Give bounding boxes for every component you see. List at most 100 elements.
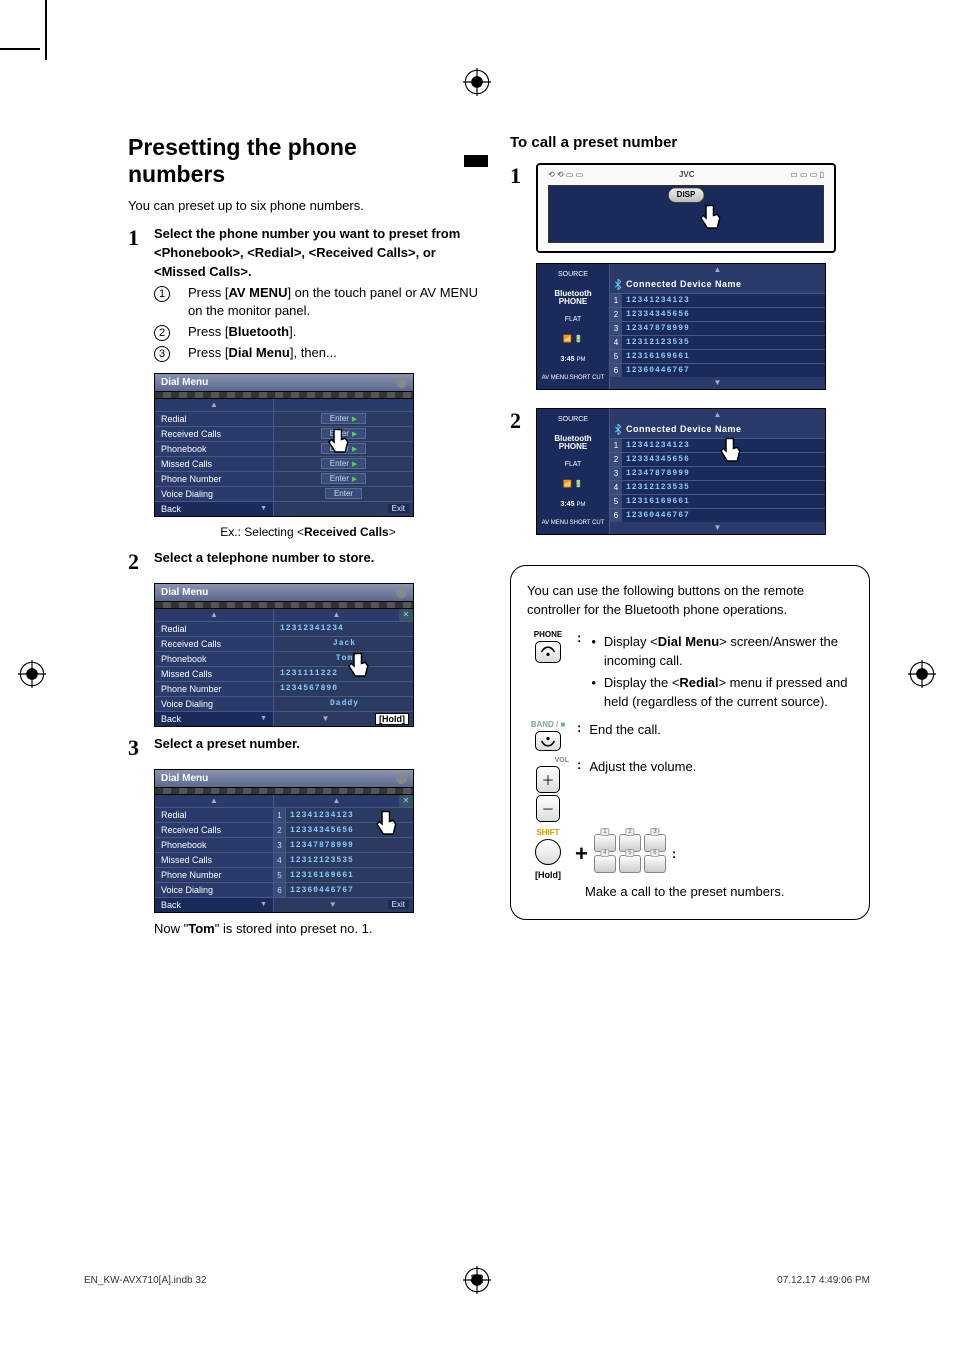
vol-down-button-icon: －: [536, 795, 559, 822]
list-item: Redial: [155, 411, 273, 426]
enter-button: Enter▶: [321, 458, 367, 469]
phone-bullet-2: Display the <Redial> menu if pressed and…: [589, 673, 853, 712]
list-item: Daddy: [274, 696, 413, 711]
step-number-1: 1: [128, 225, 154, 365]
dial-menu-screenshot-3: Dial Menu ▲ Redial Received Calls Phoneb…: [154, 769, 414, 913]
substep-1-icon: 1: [154, 286, 170, 302]
make-call-text: Make a call to the preset numbers.: [585, 884, 853, 899]
enter-button: Enter▶: [321, 413, 367, 424]
enter-button: Enter▶: [321, 443, 367, 454]
preset-row: 112341234123: [274, 807, 413, 822]
list-item: Phone Number: [155, 681, 273, 696]
main-heading: Presetting the phone numbers: [128, 134, 488, 188]
phone-button-icon: [535, 641, 561, 663]
bluetooth-icon: [396, 773, 407, 784]
scroll-up-icon: ▲: [155, 399, 273, 411]
crop-mark: [0, 48, 40, 50]
list-item: Tom: [274, 651, 413, 666]
list-item: Phonebook: [155, 441, 273, 456]
caption-1: Ex.: Selecting <Received Calls>: [128, 525, 488, 539]
list-item: 12312341234: [274, 621, 413, 636]
bluetooth-icon: [396, 587, 407, 598]
end-call-text: End the call.: [589, 720, 853, 740]
step-number-2: 2: [128, 549, 154, 575]
band-button-icon: [535, 731, 561, 751]
bluetooth-icon: [614, 279, 622, 290]
signal-icon: 📶 🔋: [541, 335, 605, 345]
disp-button: DISP: [668, 187, 705, 203]
list-item: Missed Calls: [155, 456, 273, 471]
head-unit-illustration: ⟲ ⟲ ▭ ▭JVC▭ ▭ ▭ ▯ DISP: [536, 163, 836, 253]
band-label: BAND / ■: [531, 720, 566, 729]
exit-button: Exit: [388, 504, 409, 513]
remote-info-box: You can use the following buttons on the…: [510, 565, 870, 920]
footer-left: EN_KW-AVX710[A].indb 32: [84, 1275, 206, 1286]
register-mark-left: [18, 660, 46, 688]
list-item: Received Calls: [155, 822, 273, 837]
list-item: Phone Number: [155, 471, 273, 486]
list-item: Voice Dialing: [155, 882, 273, 897]
right-step-2: 2: [510, 408, 536, 545]
shift-label: SHIFT: [536, 828, 559, 837]
preset-row: 412312123535: [274, 852, 413, 867]
preset-row: 612360446767: [274, 882, 413, 897]
list-item: Missed Calls: [155, 666, 273, 681]
substep-2-icon: 2: [154, 325, 170, 341]
preset-screen-1: SOURCE BluetoothPHONE FLAT 📶 🔋 3:45 PM A…: [536, 263, 826, 390]
register-mark-top: [463, 68, 491, 96]
enter-button: Enter▶: [321, 428, 367, 439]
vol-up-button-icon: ＋: [536, 766, 559, 793]
enter-button: Enter▶: [321, 473, 367, 484]
plus-icon: +: [575, 841, 588, 867]
preset-screen-2: SOURCE BluetoothPHONE FLAT 📶 🔋 3:45 PM A…: [536, 408, 826, 535]
right-step-1: 1: [510, 163, 536, 400]
preset-row: 212334345656: [274, 822, 413, 837]
list-item: Jack: [274, 636, 413, 651]
preset-row: 512316169661: [274, 867, 413, 882]
list-item: Missed Calls: [155, 852, 273, 867]
hold-label: [Hold]: [535, 870, 561, 880]
list-item: Voice Dialing: [155, 486, 273, 501]
step-number-3: 3: [128, 735, 154, 761]
list-item: Phone Number: [155, 867, 273, 882]
bluetooth-icon: [614, 424, 622, 435]
vol-label: VOL: [555, 757, 569, 764]
intro-text: You can preset up to six phone numbers.: [128, 198, 488, 213]
number-keys-icon: 1 2 3 4 5 6: [594, 834, 666, 873]
register-mark-right: [908, 660, 936, 688]
substep-3-icon: 3: [154, 346, 170, 362]
exit-button: Exit: [388, 900, 409, 909]
step1-body: Select the phone number you want to pres…: [154, 225, 488, 365]
list-item: 1231111222: [274, 666, 413, 681]
info-intro: You can use the following buttons on the…: [527, 582, 853, 620]
heading-bar-icon: [464, 155, 488, 167]
list-item: 1234567890: [274, 681, 413, 696]
step2-text: Select a telephone number to store.: [154, 550, 374, 565]
phone-label: PHONE: [534, 630, 562, 639]
adjust-volume-text: Adjust the volume.: [589, 757, 853, 777]
result-text: Now "Tom" is stored into preset no. 1.: [154, 921, 488, 936]
back-button: Back: [161, 504, 181, 514]
list-item: Voice Dialing: [155, 696, 273, 711]
bluetooth-phone-label: BluetoothPHONE: [541, 290, 605, 306]
enter-button: Enter: [325, 488, 362, 499]
list-item: Phonebook: [155, 837, 273, 852]
list-item: Phonebook: [155, 651, 273, 666]
list-item: Redial: [155, 807, 273, 822]
shift-button-icon: [535, 839, 561, 865]
step3-text: Select a preset number.: [154, 736, 300, 751]
crop-mark: [45, 0, 47, 60]
list-item: Received Calls: [155, 636, 273, 651]
dial-menu-screenshot-1: Dial Menu ▲ Redial Received Calls Phoneb…: [154, 373, 414, 517]
dial-menu-screenshot-2: Dial Menu ▲ Redial Received Calls Phoneb…: [154, 583, 414, 727]
list-item: Redial: [155, 621, 273, 636]
footer-right: 07.12.17 4:49:06 PM: [777, 1275, 870, 1286]
phone-bullet-1: Display <Dial Menu> screen/Answer the in…: [589, 632, 853, 671]
connected-device-title: Connected Device Name: [610, 276, 825, 293]
signal-icon: 📶 🔋: [541, 480, 605, 490]
right-heading: To call a preset number: [510, 134, 870, 151]
preset-row: 312347878999: [274, 837, 413, 852]
hold-label: [Hold]: [375, 713, 409, 725]
list-item: Received Calls: [155, 426, 273, 441]
bluetooth-icon: [396, 377, 407, 388]
